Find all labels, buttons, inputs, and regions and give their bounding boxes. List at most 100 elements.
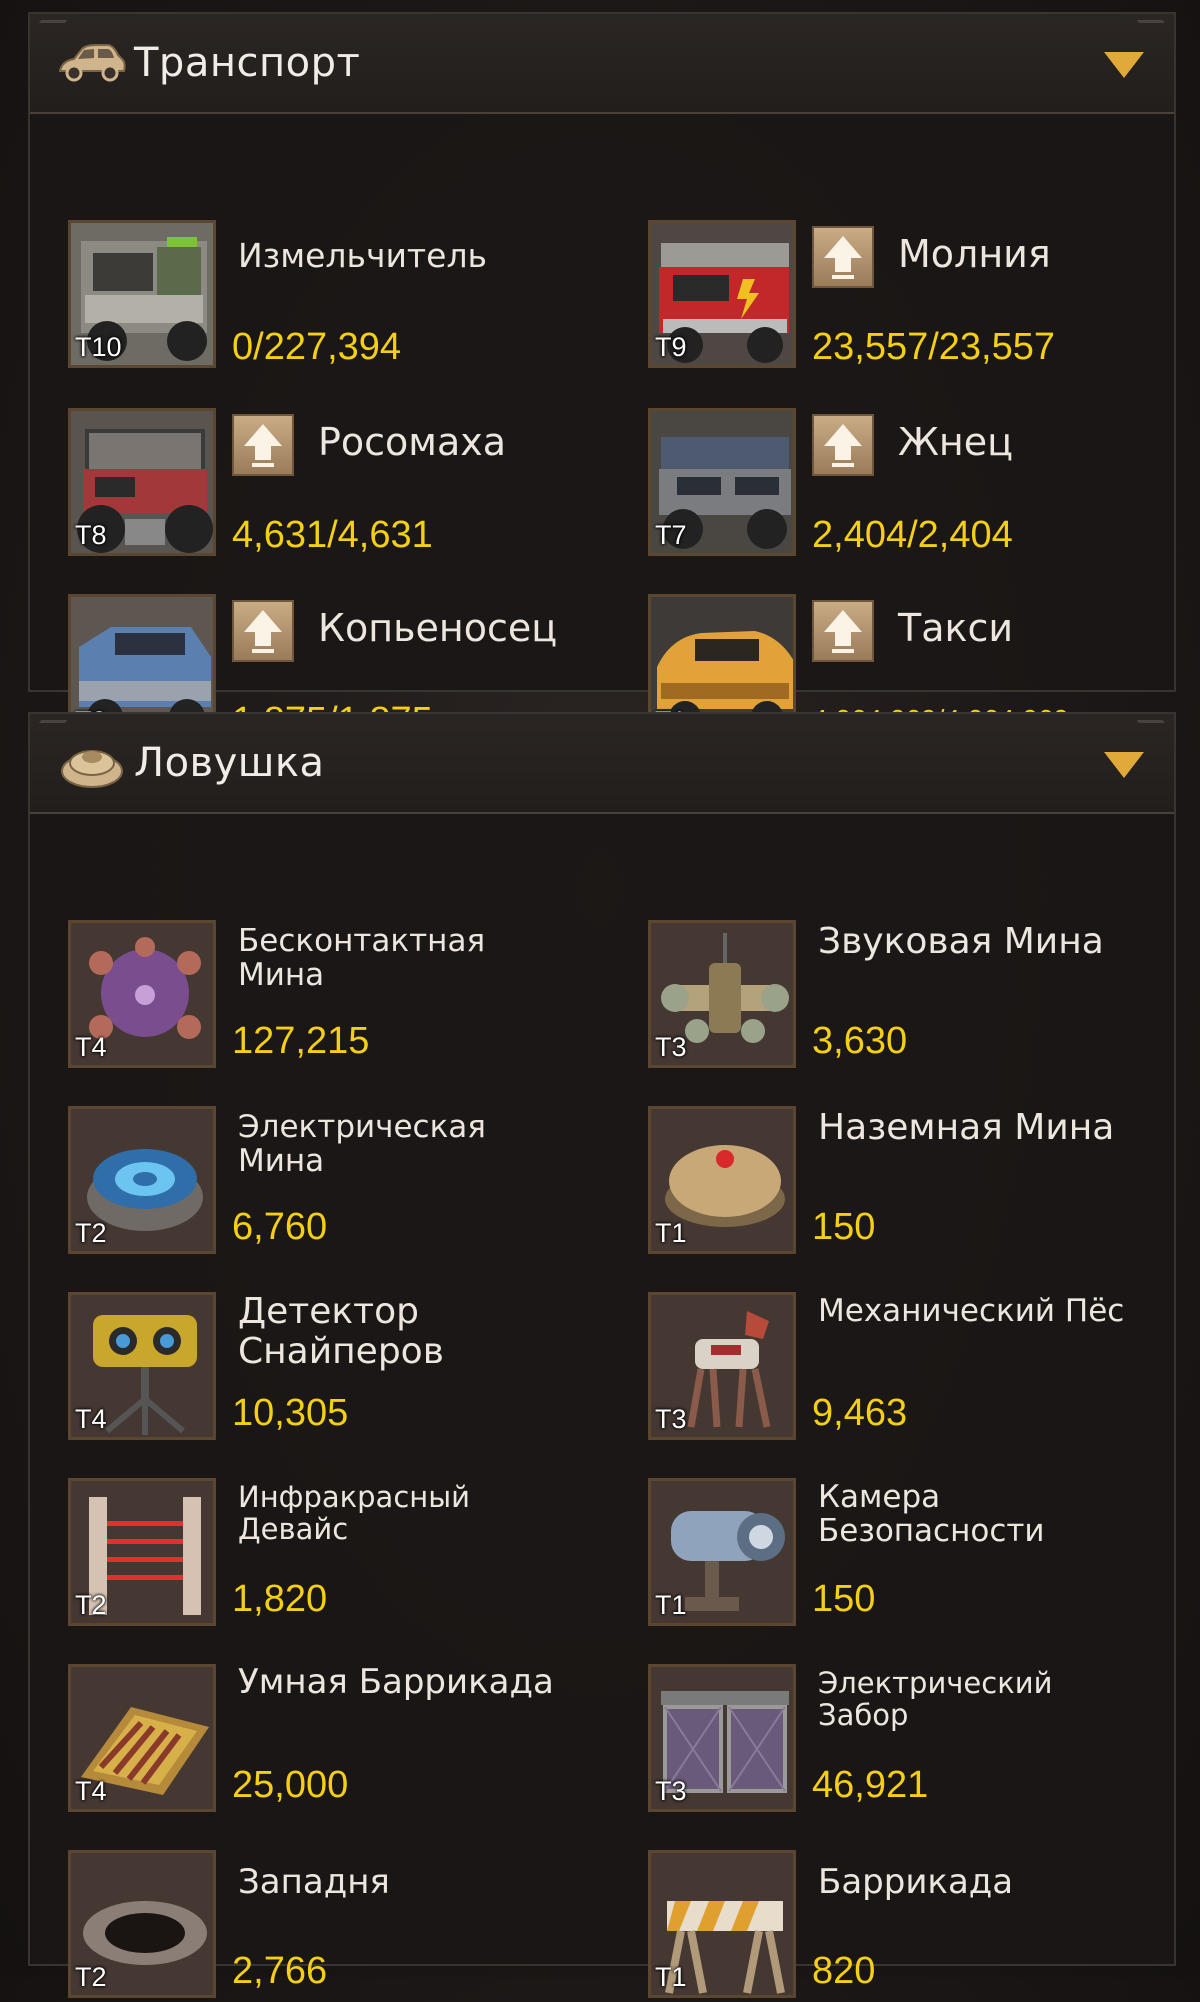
trap-count: 10,305 — [232, 1392, 349, 1434]
unit-item[interactable]: T10 Измельчитель 0/227,394 — [68, 220, 588, 372]
up-arrow-icon — [244, 424, 282, 467]
transport-header[interactable]: Транспорт — [30, 14, 1174, 114]
trap-thumbnail: T2 — [68, 1478, 216, 1626]
unit-count: 23,557/23,557 — [812, 326, 1056, 368]
trap-thumbnail: T4 — [68, 1292, 216, 1440]
trap-item[interactable]: T3 Механический Пёс 9,463 — [648, 1292, 1168, 1444]
trap-item[interactable]: T4 Детектор Снайперов 10,305 — [68, 1292, 588, 1444]
trap-panel: Ловушка T4 Бесконтактная Мина 127,215 T3… — [28, 712, 1176, 1998]
unit-thumbnail: T8 — [68, 408, 216, 556]
trap-thumbnail: T3 — [648, 920, 796, 1068]
unit-count: 4,631/4,631 — [232, 514, 433, 556]
trap-count: 6,760 — [232, 1206, 328, 1248]
trap-name: Электрический Забор — [818, 1666, 1053, 1732]
trap-thumbnail: T4 — [68, 920, 216, 1068]
trap-thumbnail: T1 — [648, 1478, 796, 1626]
trap-count: 25,000 — [232, 1764, 349, 1806]
transport-panel: Транспорт T10 Измельчитель 0/227,394 T9 … — [28, 12, 1176, 742]
upgrade-button[interactable] — [812, 414, 874, 476]
trap-name: Механический Пёс — [818, 1293, 1125, 1329]
trap-name: Западня — [238, 1862, 390, 1902]
trap-name: Бесконтактная Мина — [238, 923, 486, 994]
tier-label: T1 — [655, 1590, 687, 1620]
section-title: Ловушка — [134, 740, 325, 786]
tier-label: T3 — [655, 1032, 687, 1062]
trap-count: 9,463 — [812, 1392, 908, 1434]
tier-label: T1 — [655, 1218, 687, 1248]
header-corner-ornament — [30, 720, 68, 733]
trap-item[interactable]: T2 Западня 2,766 — [68, 1850, 588, 2002]
tier-label: T7 — [655, 520, 687, 550]
trap-thumbnail: T1 — [648, 1850, 796, 1998]
trap-item[interactable]: T1 Баррикада 820 — [648, 1850, 1168, 2002]
unit-thumbnail: T7 — [648, 408, 796, 556]
tier-label: T4 — [75, 1032, 107, 1062]
trap-thumbnail: T4 — [68, 1664, 216, 1812]
unit-name: Жнец — [898, 420, 1014, 464]
trap-name: Инфракрасный Девайс — [238, 1480, 470, 1546]
trap-name: Камера Безопасности — [818, 1479, 1045, 1550]
trap-item[interactable]: T1 Наземная Мина 150 — [648, 1106, 1168, 1258]
trap-name: Детектор Снайперов — [238, 1291, 444, 1372]
upgrade-button[interactable] — [812, 600, 874, 662]
tier-label: T2 — [75, 1590, 107, 1620]
trap-count: 820 — [812, 1950, 876, 1992]
header-corner-ornament — [1136, 20, 1174, 33]
tier-label: T2 — [75, 1962, 107, 1992]
unit-item[interactable]: T8 Росомаха 4,631/4,631 — [68, 408, 588, 560]
upgrade-button[interactable] — [812, 226, 874, 288]
unit-name: Такси — [898, 606, 1014, 650]
unit-thumbnail: T10 — [68, 220, 216, 368]
trap-thumbnail: T1 — [648, 1106, 796, 1254]
tier-label: T10 — [75, 332, 122, 362]
trap-item[interactable]: T4 Бесконтактная Мина 127,215 — [68, 920, 588, 1072]
tier-label: T4 — [75, 1776, 107, 1806]
up-arrow-icon — [824, 236, 862, 279]
unit-item[interactable]: T7 Жнец 2,404/2,404 — [648, 408, 1168, 560]
trap-name: Баррикада — [818, 1862, 1014, 1902]
trap-item[interactable]: T2 Инфракрасный Девайс 1,820 — [68, 1478, 588, 1630]
trap-item[interactable]: T2 Электрическая Мина 6,760 — [68, 1106, 588, 1258]
trap-name: Наземная Мина — [818, 1107, 1115, 1148]
trap-header[interactable]: Ловушка — [30, 714, 1174, 814]
collapse-chevron-icon[interactable] — [1104, 752, 1144, 778]
tier-label: T3 — [655, 1404, 687, 1434]
collapse-chevron-icon[interactable] — [1104, 52, 1144, 78]
trap-item[interactable]: T3 Звуковая Мина 3,630 — [648, 920, 1168, 1072]
unit-name: Росомаха — [318, 420, 507, 464]
up-arrow-icon — [824, 424, 862, 467]
unit-name: Копьеносец — [318, 606, 558, 650]
unit-name: Измельчитель — [238, 236, 487, 275]
trap-count: 150 — [812, 1578, 876, 1620]
tier-label: T8 — [75, 520, 107, 550]
trap-count: 3,630 — [812, 1020, 908, 1062]
upgrade-button[interactable] — [232, 414, 294, 476]
trap-count: 1,820 — [232, 1578, 328, 1620]
tier-label: T4 — [75, 1404, 107, 1434]
unit-name: Молния — [898, 232, 1051, 276]
trap-item[interactable]: T1 Камера Безопасности 150 — [648, 1478, 1168, 1630]
trap-count: 127,215 — [232, 1020, 370, 1062]
header-corner-ornament — [30, 20, 68, 33]
trap-name: Умная Баррикада — [238, 1662, 554, 1702]
upgrade-button[interactable] — [232, 600, 294, 662]
unit-item[interactable]: T9 Молния 23,557/23,557 — [648, 220, 1168, 372]
unit-thumbnail: T9 — [648, 220, 796, 368]
section-title: Транспорт — [134, 40, 361, 86]
mine-icon — [56, 733, 128, 793]
tier-label: T2 — [75, 1218, 107, 1248]
trap-count: 46,921 — [812, 1764, 929, 1806]
up-arrow-icon — [824, 610, 862, 653]
unit-count: 2,404/2,404 — [812, 514, 1013, 556]
trap-item[interactable]: T4 Умная Баррикада 25,000 — [68, 1662, 588, 1816]
unit-count: 0/227,394 — [232, 326, 402, 368]
up-arrow-icon — [244, 610, 282, 653]
tier-label: T1 — [655, 1962, 687, 1992]
trap-count: 2,766 — [232, 1950, 328, 1992]
trap-thumbnail: T2 — [68, 1106, 216, 1254]
trap-item[interactable]: T3 Электрический Забор 46,921 — [648, 1664, 1168, 1816]
car-icon — [56, 33, 128, 93]
trap-thumbnail: T3 — [648, 1664, 796, 1812]
header-corner-ornament — [1136, 720, 1174, 733]
trap-name: Электрическая Мина — [238, 1109, 486, 1180]
